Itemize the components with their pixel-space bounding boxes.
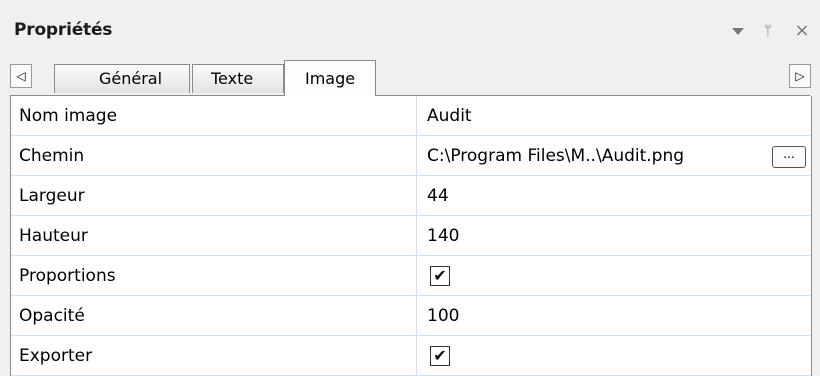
- panel-title-bar: Propriétés ᛘ ×: [0, 0, 820, 60]
- property-name: Largeur: [11, 176, 417, 215]
- property-row-nom-image[interactable]: Nom image Audit: [11, 96, 811, 136]
- property-value-wrapper[interactable]: ✔: [418, 256, 811, 295]
- property-value[interactable]: 100: [418, 296, 811, 335]
- property-name: Proportions: [11, 256, 417, 295]
- tab-strip: ◁ Général Texte Image ▷: [0, 60, 820, 96]
- proportions-checkbox[interactable]: ✔: [430, 266, 450, 286]
- property-value[interactable]: 44: [418, 176, 811, 215]
- tab-label: Image: [305, 69, 356, 88]
- property-value[interactable]: C:\Program Files\M..\Audit.png: [427, 146, 684, 166]
- property-row-largeur[interactable]: Largeur 44: [11, 176, 811, 216]
- property-value[interactable]: 140: [418, 216, 811, 255]
- tab-general[interactable]: Général: [54, 64, 190, 93]
- property-row-chemin[interactable]: Chemin C:\Program Files\M..\Audit.png ..…: [11, 136, 811, 176]
- property-value[interactable]: Audit: [418, 96, 811, 135]
- browse-button[interactable]: ...: [772, 146, 806, 168]
- property-grid: Nom image Audit Chemin C:\Program Files\…: [10, 96, 812, 376]
- property-row-hauteur[interactable]: Hauteur 140: [11, 216, 811, 256]
- properties-panel: Propriétés ᛘ × ◁ Général Texte Image ▷ N…: [0, 0, 820, 376]
- property-row-empty: [11, 366, 811, 376]
- property-name: Nom image: [11, 96, 417, 135]
- tab-image[interactable]: Image: [284, 60, 376, 96]
- pin-icon[interactable]: ᛘ: [758, 20, 778, 42]
- tab-texte[interactable]: Texte: [192, 64, 284, 93]
- close-icon[interactable]: ×: [792, 20, 812, 42]
- scroll-right-icon[interactable]: ▷: [789, 64, 811, 88]
- panel-title: Propriétés: [14, 20, 113, 40]
- tab-label: Général: [99, 69, 163, 88]
- property-name-empty: [11, 366, 417, 376]
- property-name: Chemin: [11, 136, 417, 175]
- property-name: Opacité: [11, 296, 417, 335]
- property-value-wrapper[interactable]: C:\Program Files\M..\Audit.png ...: [418, 136, 811, 175]
- dropdown-icon[interactable]: [728, 20, 748, 42]
- property-name: Hauteur: [11, 216, 417, 255]
- exporter-checkbox[interactable]: ✔: [430, 346, 450, 366]
- tab-label: Texte: [211, 69, 254, 88]
- property-row-opacite[interactable]: Opacité 100: [11, 296, 811, 336]
- property-row-proportions[interactable]: Proportions ✔: [11, 256, 811, 296]
- scroll-left-icon[interactable]: ◁: [10, 64, 32, 88]
